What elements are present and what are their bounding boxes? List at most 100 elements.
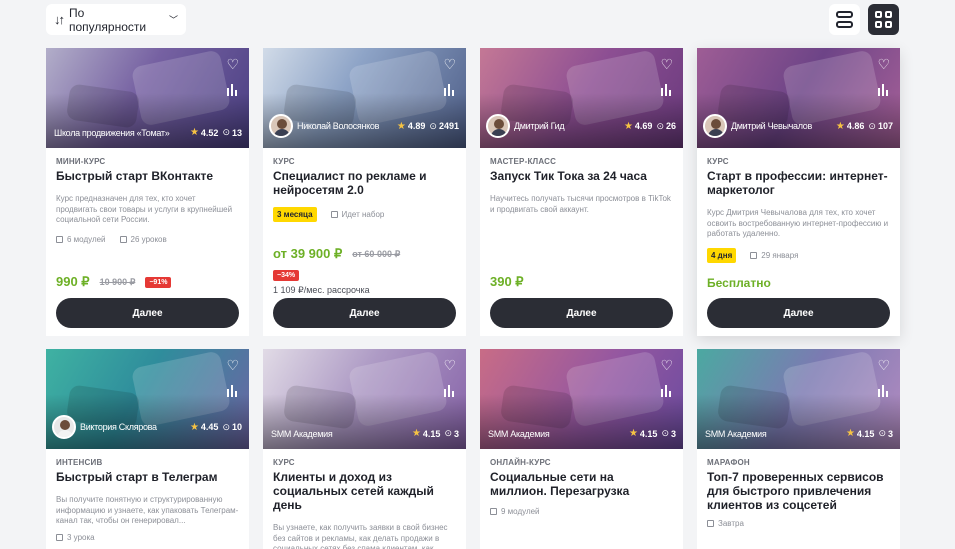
- heart-icon[interactable]: ♡: [443, 57, 456, 71]
- eye-icon: ⊙: [222, 421, 230, 432]
- calendar-icon: [707, 520, 714, 527]
- heart-icon[interactable]: ♡: [226, 57, 239, 71]
- modules-count: 9 модулей: [501, 507, 540, 516]
- course-image: ♡ Дмитрий Гид ★ 4.69 ⊙ 26: [480, 48, 683, 148]
- views-count: 13: [231, 127, 242, 138]
- course-card[interactable]: ♡ Дмитрий Гид ★ 4.69 ⊙ 26 МАСТЕР-КЛАСС З…: [480, 48, 683, 336]
- course-type: КУРС: [273, 157, 295, 166]
- course-description: Научитесь получать тысячи просмотров в T…: [490, 194, 671, 214]
- sort-dropdown[interactable]: ↓↑ По популярности ﹀: [46, 4, 186, 35]
- course-image: ♡ SMM Академия ★ 4.15 ⊙ 3: [697, 349, 900, 449]
- avatar: [52, 415, 76, 439]
- course-meta: SMM Академия ★ 4.15 ⊙ 3: [271, 428, 459, 439]
- heart-icon[interactable]: ♡: [877, 358, 890, 372]
- course-meta: Дмитрий Чевычалов ★ 4.86 ⊙ 107: [703, 114, 893, 138]
- course-type: КУРС: [273, 458, 295, 467]
- details-button[interactable]: Далее: [707, 298, 890, 328]
- course-card[interactable]: ♡ Школа продвижения «Томат» ★ 4.52 ⊙ 13 …: [46, 48, 249, 336]
- compare-icon[interactable]: [878, 84, 888, 96]
- heart-icon[interactable]: ♡: [660, 358, 673, 372]
- course-card[interactable]: ♡ SMM Академия ★ 4.15 ⊙ 3 КУРС Клиенты и…: [263, 349, 466, 549]
- eye-icon: ⊙: [429, 120, 437, 131]
- course-title[interactable]: Социальные сети на миллион. Перезагрузка: [490, 470, 673, 498]
- views-count: 3: [887, 428, 893, 439]
- course-type: ОНЛАЙН-КУРС: [490, 458, 551, 467]
- compare-icon[interactable]: [444, 385, 454, 397]
- views-count: 10: [231, 422, 242, 432]
- discount-badge: −91%: [145, 276, 172, 288]
- course-title[interactable]: Старт в профессии: интернет-маркетолог: [707, 169, 890, 197]
- list-view-button[interactable]: [829, 4, 860, 35]
- compare-icon[interactable]: [444, 84, 454, 96]
- modules-icon: [490, 508, 497, 515]
- views-count: 3: [453, 428, 459, 439]
- compare-icon[interactable]: [878, 385, 888, 397]
- course-title[interactable]: Быстрый старт в Телеграм: [56, 470, 239, 484]
- rating-value: 4.15: [639, 428, 658, 439]
- old-price: от 60 000 ₽: [352, 248, 401, 259]
- course-card[interactable]: ♡ SMM Академия ★ 4.15 ⊙ 3 ОНЛАЙН-КУРС Со…: [480, 349, 683, 549]
- duration-badge: 4 дня: [707, 247, 737, 263]
- course-image: ♡ SMM Академия ★ 4.15 ⊙ 3: [263, 349, 466, 449]
- eye-icon: ⊙: [444, 428, 452, 438]
- star-icon: ★: [411, 428, 421, 439]
- avatar: [703, 114, 727, 138]
- course-title[interactable]: Клиенты и доход из социальных сетей кажд…: [273, 470, 456, 512]
- old-price: 10 900 ₽: [99, 276, 136, 287]
- compare-icon[interactable]: [661, 84, 671, 96]
- author-name: Дмитрий Чевычалов: [731, 121, 812, 131]
- course-card[interactable]: ♡ Николай Волосянков ★ 4.89 ⊙ 2491 КУРС …: [263, 48, 466, 336]
- compare-icon[interactable]: [661, 385, 671, 397]
- course-description: Вы получите понятную и структурированную…: [56, 495, 239, 525]
- course-card[interactable]: ♡ Дмитрий Чевычалов ★ 4.86 ⊙ 107 КУРС Ст…: [697, 48, 900, 336]
- start-date: 29 января: [761, 250, 799, 260]
- course-meta: Виктория Склярова ★ 4.45 ⊙ 10: [52, 415, 242, 439]
- course-type: КУРС: [707, 157, 729, 166]
- rating-value: 4.15: [856, 428, 875, 439]
- course-image: ♡ Николай Волосянков ★ 4.89 ⊙ 2491: [263, 48, 466, 148]
- course-title[interactable]: Быстрый старт ВКонтакте: [56, 169, 239, 183]
- course-card[interactable]: ♡ SMM Академия ★ 4.15 ⊙ 3 МАРАФОН Топ-7 …: [697, 349, 900, 549]
- course-type: МАСТЕР-КЛАСС: [490, 157, 557, 166]
- compare-icon[interactable]: [227, 84, 237, 96]
- details-button[interactable]: Далее: [56, 298, 239, 328]
- course-meta: Николай Волосянков ★ 4.89 ⊙ 2491: [269, 114, 459, 138]
- grid-view-icon: [875, 11, 892, 28]
- course-image: ♡ Школа продвижения «Томат» ★ 4.52 ⊙ 13: [46, 48, 249, 148]
- course-meta: SMM Академия ★ 4.15 ⊙ 3: [705, 428, 893, 439]
- chevron-down-icon: ﹀: [168, 15, 178, 25]
- lessons-count: 26 уроков: [130, 234, 167, 244]
- course-image: ♡ Дмитрий Чевычалов ★ 4.86 ⊙ 107: [697, 48, 900, 148]
- views-count: 26: [665, 121, 676, 131]
- calendar-icon: [330, 211, 338, 218]
- course-meta: Дмитрий Гид ★ 4.69 ⊙ 26: [486, 114, 676, 138]
- heart-icon[interactable]: ♡: [443, 358, 456, 372]
- heart-icon[interactable]: ♡: [877, 57, 890, 71]
- heart-icon[interactable]: ♡: [660, 57, 673, 71]
- price: 990 ₽: [56, 274, 90, 289]
- course-title[interactable]: Топ-7 проверенных сервисов для быстрого …: [707, 470, 890, 512]
- views-count: 3: [670, 428, 676, 439]
- compare-icon[interactable]: [227, 385, 237, 397]
- lessons-icon: [56, 533, 63, 541]
- price: от 39 900 ₽: [273, 246, 343, 261]
- course-card[interactable]: ♡ Виктория Склярова ★ 4.45 ⊙ 10 ИНТЕНСИВ…: [46, 349, 249, 549]
- enrollment-status: Идет набор: [341, 210, 385, 219]
- course-description: Курс предназначен для тех, кто хочет про…: [56, 194, 233, 224]
- calendar-icon: [750, 251, 758, 259]
- rating-value: 4.86: [846, 121, 865, 131]
- grid-view-button[interactable]: [868, 4, 899, 35]
- course-title[interactable]: Специалист по рекламе и нейросетям 2.0: [273, 169, 456, 197]
- course-type: ИНТЕНСИВ: [56, 458, 103, 467]
- star-icon: ★: [623, 120, 633, 132]
- course-title[interactable]: Запуск Тик Тока за 24 часа: [490, 169, 673, 183]
- eye-icon: ⊙: [656, 120, 664, 131]
- eye-icon: ⊙: [661, 428, 669, 438]
- star-icon: ★: [189, 421, 199, 433]
- heart-icon[interactable]: ♡: [226, 358, 239, 372]
- details-button[interactable]: Далее: [273, 298, 456, 328]
- star-icon: ★: [628, 428, 638, 439]
- star-icon: ★: [189, 127, 199, 138]
- details-button[interactable]: Далее: [490, 298, 673, 328]
- course-meta: SMM Академия ★ 4.15 ⊙ 3: [488, 428, 676, 439]
